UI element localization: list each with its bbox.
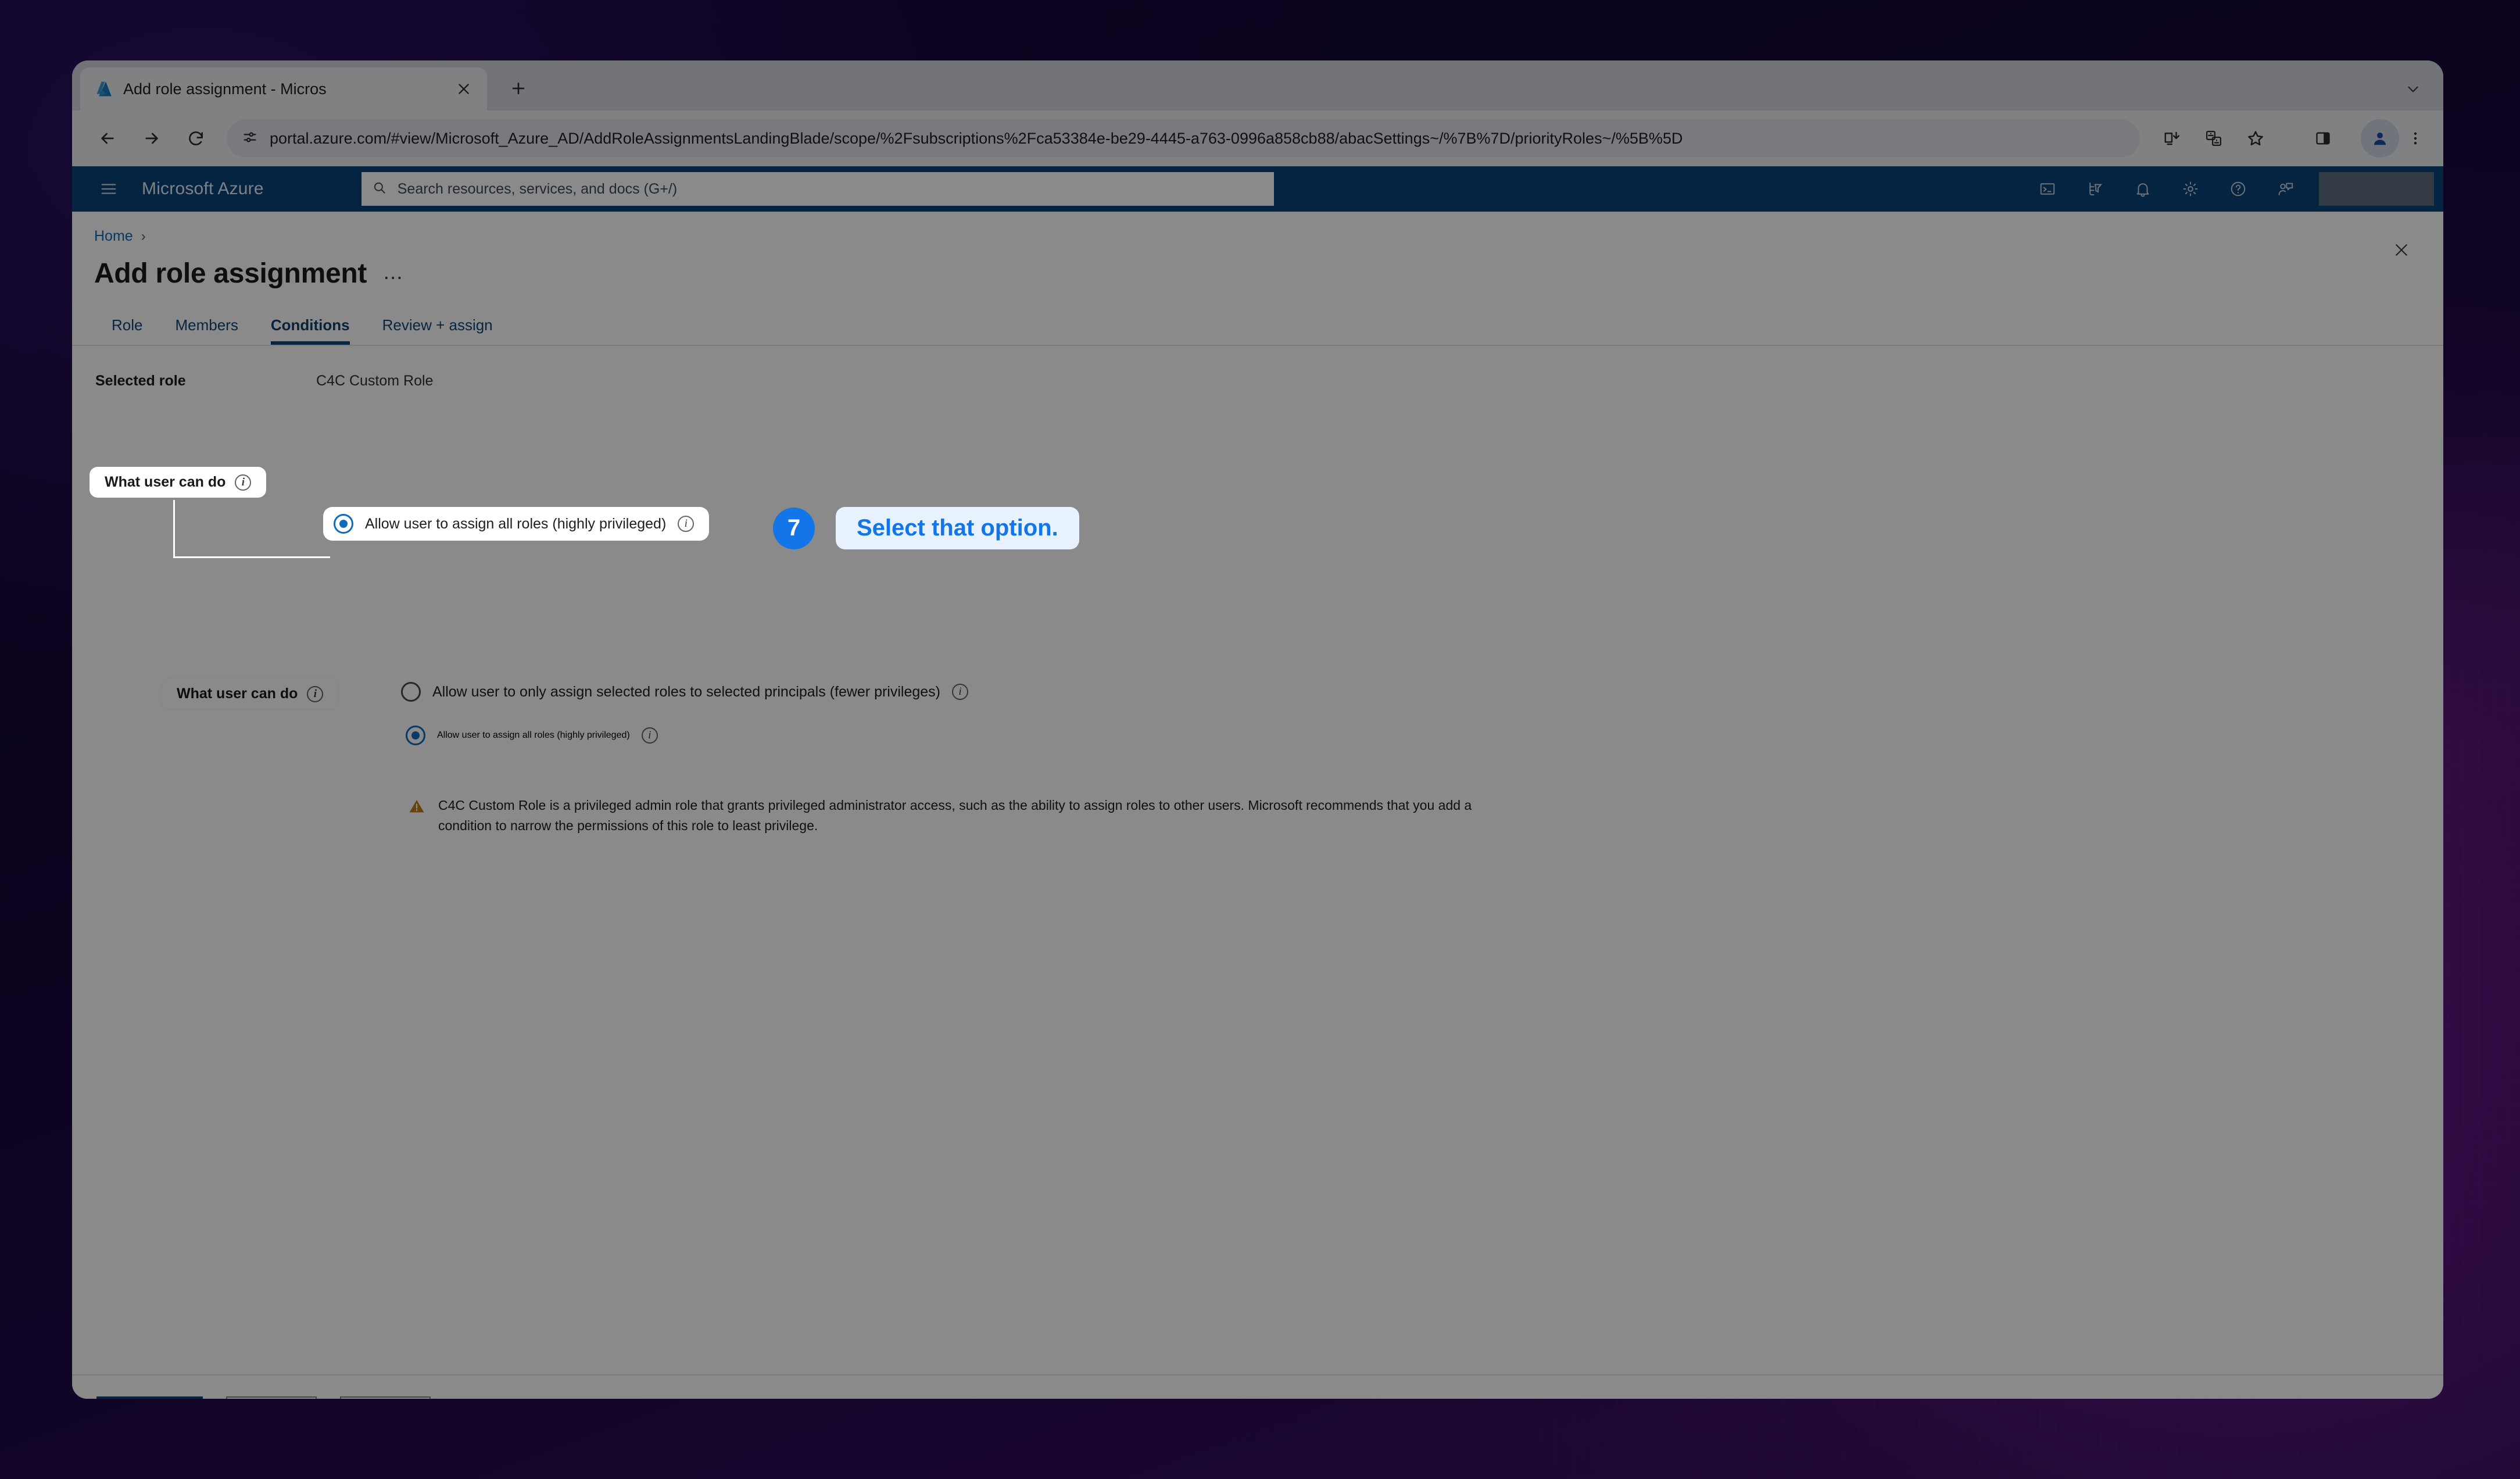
page-title: Add role assignment [94, 258, 367, 289]
tab-review-assign[interactable]: Review + assign [366, 316, 509, 345]
what-user-can-do-text: What user can do [177, 685, 298, 702]
radio-option-all-roles[interactable]: Allow user to assign all roles (highly p… [395, 719, 673, 752]
side-panel-icon[interactable] [2304, 119, 2342, 158]
radio-option-fewer-privileges[interactable]: Allow user to only assign selected roles… [401, 677, 969, 707]
browser-menu-icon[interactable] [2403, 119, 2428, 158]
back-arrow-icon[interactable] [87, 118, 128, 159]
selected-role-row: Selected role C4C Custom Role [72, 346, 2443, 390]
forward-arrow-icon[interactable] [131, 118, 172, 159]
selected-role-label: Selected role [95, 373, 186, 389]
browser-toolbar: portal.azure.com/#view/Microsoft_Azure_A… [72, 110, 2443, 166]
breadcrumb-separator: › [141, 228, 146, 244]
what-user-can-do-label: What user can do i [162, 678, 339, 709]
radio-button-selected-icon[interactable] [334, 514, 353, 534]
page-more-menu-icon[interactable]: ⋯ [383, 258, 405, 290]
privileged-role-warning-text: C4C Custom Role is a privileged admin ro… [438, 798, 1472, 833]
azure-global-header: Microsoft Azure Search resources, servic… [72, 166, 2443, 212]
tab-role[interactable]: Role [95, 316, 159, 345]
help-question-icon[interactable] [2214, 166, 2262, 212]
directories-subscriptions-icon[interactable] [2071, 166, 2119, 212]
notifications-bell-icon[interactable] [2119, 166, 2167, 212]
window-controls-chevron-icon[interactable] [2396, 74, 2430, 103]
what-user-can-do-text: What user can do [105, 474, 226, 490]
blade-footer: Review + assign Previous Next Feedback [72, 1374, 2443, 1399]
search-placeholder: Search resources, services, and docs (G+… [397, 180, 678, 197]
previous-button[interactable]: Previous [225, 1396, 317, 1399]
cloud-shell-icon[interactable] [2024, 166, 2071, 212]
info-icon[interactable]: i [641, 727, 658, 744]
radio-option-fewer-privileges-label: Allow user to only assign selected roles… [432, 683, 941, 700]
warning-triangle-icon [408, 795, 425, 836]
breadcrumb: Home › [72, 212, 2443, 245]
new-tab-button[interactable] [500, 70, 537, 107]
highlight-connector-line [245, 712, 402, 770]
radio-option-all-roles-label: Allow user to assign all roles (highly p… [437, 730, 630, 740]
azure-blade-body: Home › Add role assignment ⋯ Role Member… [72, 212, 2443, 1399]
radio-option-all-roles-spotlight[interactable]: Allow user to assign all roles (highly p… [323, 507, 710, 541]
what-user-can-do-options: Allow user to only assign selected roles… [395, 677, 969, 752]
step-number-badge: 7 [773, 507, 815, 549]
radio-button-unselected-icon[interactable] [401, 682, 421, 702]
profile-avatar-icon[interactable] [2361, 119, 2399, 158]
browser-window: Add role assignment - Micros portal.azur… [72, 60, 2443, 1399]
browser-tab-strip: Add role assignment - Micros [72, 60, 2443, 110]
info-icon[interactable]: i [235, 474, 252, 491]
azure-logo-icon [94, 79, 114, 99]
highlight-connector-line-spotlight [173, 500, 330, 558]
close-tab-icon[interactable] [451, 76, 477, 102]
next-button[interactable]: Next [339, 1396, 431, 1399]
reload-icon[interactable] [176, 118, 216, 159]
browser-tab-title: Add role assignment - Micros [123, 80, 327, 98]
radio-option-all-roles-label: Allow user to assign all roles (highly p… [365, 515, 667, 532]
hamburger-icon[interactable] [92, 172, 126, 206]
browser-tab[interactable]: Add role assignment - Micros [80, 67, 487, 110]
address-bar[interactable]: portal.azure.com/#view/Microsoft_Azure_A… [227, 119, 2140, 158]
settings-gear-icon[interactable] [2167, 166, 2214, 212]
bookmark-star-icon[interactable] [2236, 119, 2275, 158]
search-icon [372, 180, 387, 198]
info-icon[interactable]: i [678, 516, 695, 532]
radio-button-selected-icon[interactable] [406, 726, 425, 745]
selected-role-value: C4C Custom Role [316, 373, 434, 389]
tab-conditions[interactable]: Conditions [255, 316, 366, 345]
breadcrumb-item-home[interactable]: Home [94, 228, 133, 245]
translate-icon[interactable] [2195, 119, 2233, 158]
review-assign-button[interactable]: Review + assign [96, 1396, 203, 1399]
azure-header-actions [2024, 166, 2443, 212]
close-blade-icon[interactable] [2387, 236, 2415, 264]
step-instruction: Select that option. [836, 507, 1079, 549]
account-info-placeholder[interactable] [2319, 172, 2434, 206]
info-icon[interactable]: i [952, 684, 969, 700]
step-annotation: 7 Select that option. [773, 507, 1079, 549]
install-app-icon[interactable] [2153, 119, 2191, 158]
search-input[interactable]: Search resources, services, and docs (G+… [361, 172, 1274, 206]
page-settings-icon[interactable] [242, 129, 258, 148]
blade-tabs: Role Members Conditions Review + assign [72, 290, 2443, 345]
tab-members[interactable]: Members [159, 316, 254, 345]
azure-brand[interactable]: Microsoft Azure [142, 179, 264, 199]
feedback-person-icon[interactable] [2262, 166, 2310, 212]
privileged-role-warning: C4C Custom Role is a privileged admin ro… [408, 795, 1501, 836]
info-icon[interactable]: i [307, 685, 324, 702]
what-user-can-do-label-spotlight: What user can do i [90, 467, 267, 498]
address-bar-url: portal.azure.com/#view/Microsoft_Azure_A… [270, 129, 1683, 147]
page-title-row: Add role assignment ⋯ [72, 245, 2443, 290]
